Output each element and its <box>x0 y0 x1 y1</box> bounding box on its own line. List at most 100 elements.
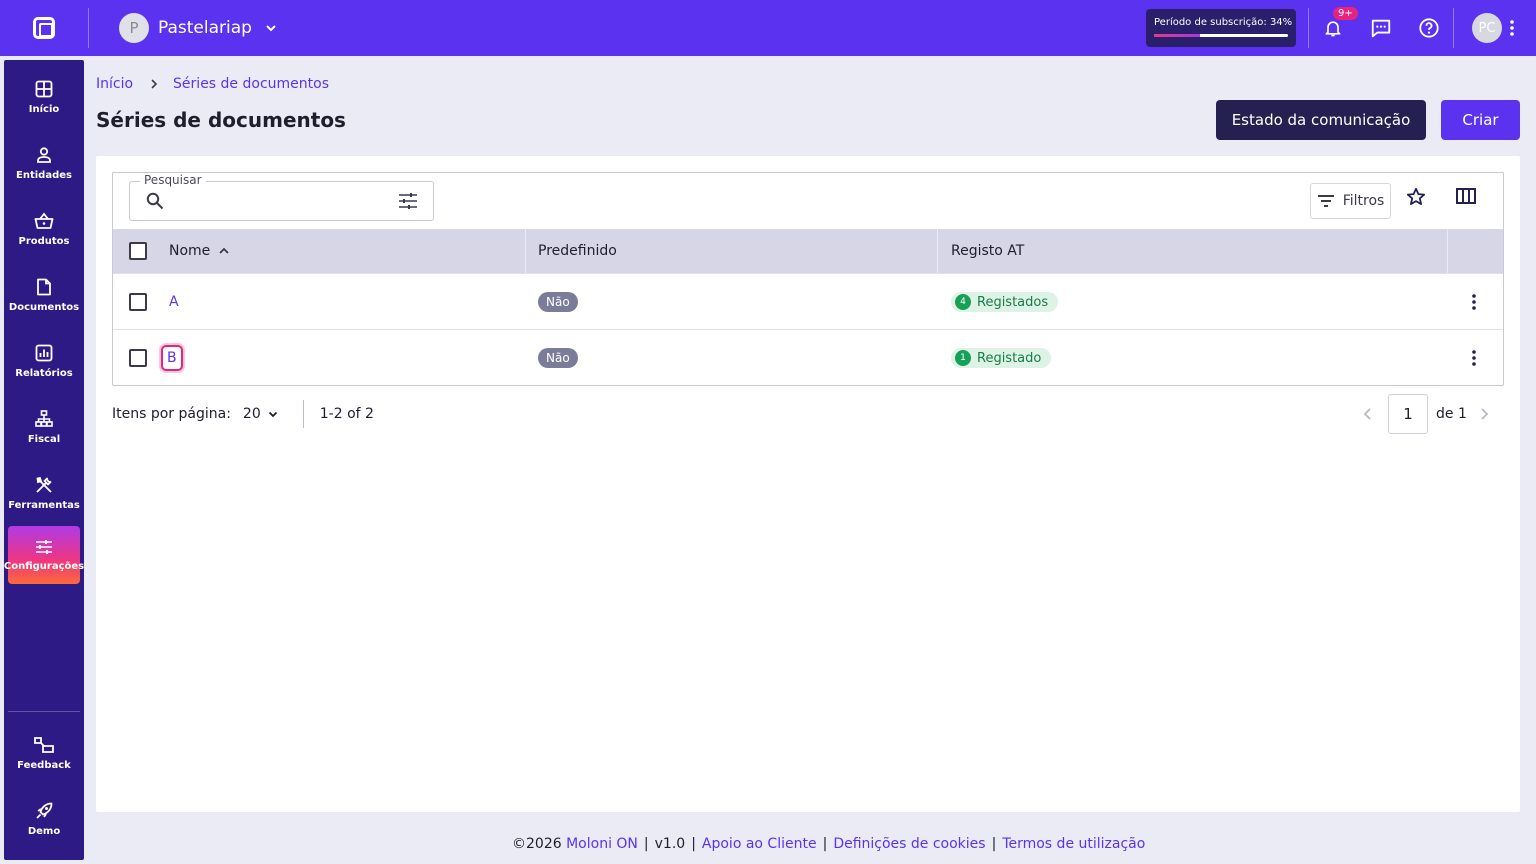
sidebar-item-label: Entidades <box>16 169 72 181</box>
subscription-period[interactable]: Período de subscrição: 34% <box>1146 9 1296 47</box>
sidebar-item-label: Ferramentas <box>8 499 80 511</box>
sidebar-divider <box>8 711 80 712</box>
dashboard-icon <box>35 80 53 97</box>
footer: ©2026 Moloni ON | v1.0 | Apoio ao Cliente | De… <box>0 836 1536 852</box>
search-input[interactable] <box>174 190 394 212</box>
sidebar-item-label: Relatórios <box>15 367 73 379</box>
footer-separator: | <box>822 836 828 852</box>
sidebar-item-documentos[interactable]: Documentos <box>8 266 80 324</box>
per-page-label: Itens por página: <box>112 406 231 422</box>
sidebar-item-ferramentas[interactable]: Ferramentas <box>8 464 80 522</box>
top-bar: P Pastelariap Período de subscrição: 34%… <box>0 0 1536 56</box>
topbar-divider <box>1453 8 1454 48</box>
series-name-link[interactable]: A <box>169 294 179 310</box>
communication-status-button[interactable]: Estado da comunicação <box>1216 100 1426 140</box>
series-name-link[interactable]: B <box>161 345 183 371</box>
search-label: Pesquisar <box>140 173 206 187</box>
more-menu-button[interactable] <box>1502 0 1522 56</box>
series-table: Pesquisar Filtros Nome Predefinido Regis… <box>112 172 1504 386</box>
sort-ascending-icon <box>219 247 229 254</box>
pagination: Itens por página: 20 1-2 of 2 1 de 1 <box>112 394 1504 434</box>
chevron-right-icon <box>151 79 158 89</box>
row-select-cell <box>129 274 147 330</box>
default-badge: Não <box>538 292 578 312</box>
subscription-progress-bar <box>1154 34 1288 37</box>
bell-icon <box>1325 21 1341 37</box>
footer-brand-link[interactable]: Moloni ON <box>566 836 638 852</box>
footer-separator: | <box>991 836 997 852</box>
default-cell: Não <box>538 330 578 386</box>
select-all-checkbox[interactable] <box>129 242 147 260</box>
sidebar-item-label: Início <box>28 103 60 115</box>
sidebar-item-inicio[interactable]: Início <box>8 68 80 126</box>
sidebar-item-label: Documentos <box>8 301 80 313</box>
settings-sliders-icon <box>36 539 52 554</box>
sidebar-item-label: Fiscal <box>27 433 61 445</box>
breadcrumb-current[interactable]: Séries de documentos <box>173 76 329 92</box>
feedback-icon <box>34 736 54 753</box>
user-avatar[interactable]: PC <box>1472 13 1502 43</box>
columns-icon[interactable] <box>1456 187 1476 205</box>
table-header: Nome Predefinido Registo AT <box>113 229 1503 273</box>
previous-page-icon[interactable] <box>1360 406 1376 422</box>
sidebar-item-produtos[interactable]: Produtos <box>8 200 80 258</box>
table-row[interactable]: A Não 4 Registados <box>113 273 1503 329</box>
filters-button[interactable]: Filtros <box>1310 183 1391 219</box>
tune-icon[interactable] <box>398 192 418 210</box>
default-badge: Não <box>538 348 578 368</box>
table-row[interactable]: B Não 1 Registado <box>113 329 1503 385</box>
next-page-icon[interactable] <box>1476 406 1492 422</box>
sidebar-item-label: Produtos <box>18 235 70 247</box>
breadcrumb-home[interactable]: Início <box>96 76 133 92</box>
footer-cookies-link[interactable]: Definições de cookies <box>833 836 985 852</box>
create-button[interactable]: Criar <box>1441 100 1520 140</box>
row-checkbox[interactable] <box>129 293 147 311</box>
search-field[interactable]: Pesquisar <box>129 173 434 221</box>
footer-separator: | <box>643 836 649 852</box>
select-all-cell <box>129 229 147 273</box>
actions-cell <box>1472 330 1476 386</box>
messages-button[interactable] <box>1357 0 1405 56</box>
tools-icon <box>36 476 52 493</box>
person-icon <box>37 146 51 163</box>
column-header-nome[interactable]: Nome <box>169 229 230 273</box>
subscription-progress-fill <box>1154 34 1200 37</box>
at-status-badge: 1 Registado <box>951 348 1052 368</box>
sidebar-item-entidades[interactable]: Entidades <box>8 134 80 192</box>
page-total: de 1 <box>1436 406 1467 422</box>
row-actions-kebab-icon[interactable] <box>1472 350 1476 366</box>
per-page-select[interactable]: 20 <box>243 406 279 422</box>
document-icon <box>37 278 51 295</box>
company-avatar: P <box>119 13 149 43</box>
sidebar-item-feedback[interactable]: Feedback <box>8 724 80 782</box>
help-button[interactable] <box>1405 0 1453 56</box>
pagination-left: Itens por página: 20 1-2 of 2 <box>112 394 374 434</box>
column-header-registo-at[interactable]: Registo AT <box>951 229 1024 273</box>
moloni-logo[interactable] <box>0 0 88 56</box>
sidebar-item-fiscal[interactable]: Fiscal <box>8 398 80 456</box>
at-count: 1 <box>955 350 971 366</box>
footer-support-link[interactable]: Apoio ao Cliente <box>702 836 817 852</box>
notifications-badge: 9+ <box>1333 7 1358 20</box>
footer-terms-link[interactable]: Termos de utilização <box>1002 836 1145 852</box>
notifications-button[interactable]: 9+ <box>1309 0 1358 56</box>
row-actions-kebab-icon[interactable] <box>1472 294 1476 310</box>
footer-version: v1.0 <box>654 836 686 852</box>
topbar-divider <box>88 8 89 48</box>
row-select-cell <box>129 330 147 386</box>
row-checkbox[interactable] <box>129 349 147 367</box>
sidebar-item-label: Demo <box>27 825 61 837</box>
page-number-input[interactable]: 1 <box>1388 394 1428 434</box>
company-selector[interactable]: P Pastelariap <box>119 13 278 43</box>
at-count: 4 <box>955 294 971 310</box>
sidebar-item-relatorios[interactable]: Relatórios <box>8 332 80 390</box>
chart-icon <box>35 344 53 361</box>
chevron-down-icon <box>266 25 276 32</box>
page-title: Séries de documentos <box>96 108 346 132</box>
chevron-down-icon <box>268 411 277 418</box>
star-icon[interactable] <box>1406 187 1426 207</box>
column-header-predefinido[interactable]: Predefinido <box>538 229 617 273</box>
sidebar-item-configuracoes[interactable]: Configurações <box>4 526 84 584</box>
sidebar: Início Entidades Produtos Documentos Rel… <box>4 60 84 860</box>
column-divider <box>1447 229 1448 273</box>
